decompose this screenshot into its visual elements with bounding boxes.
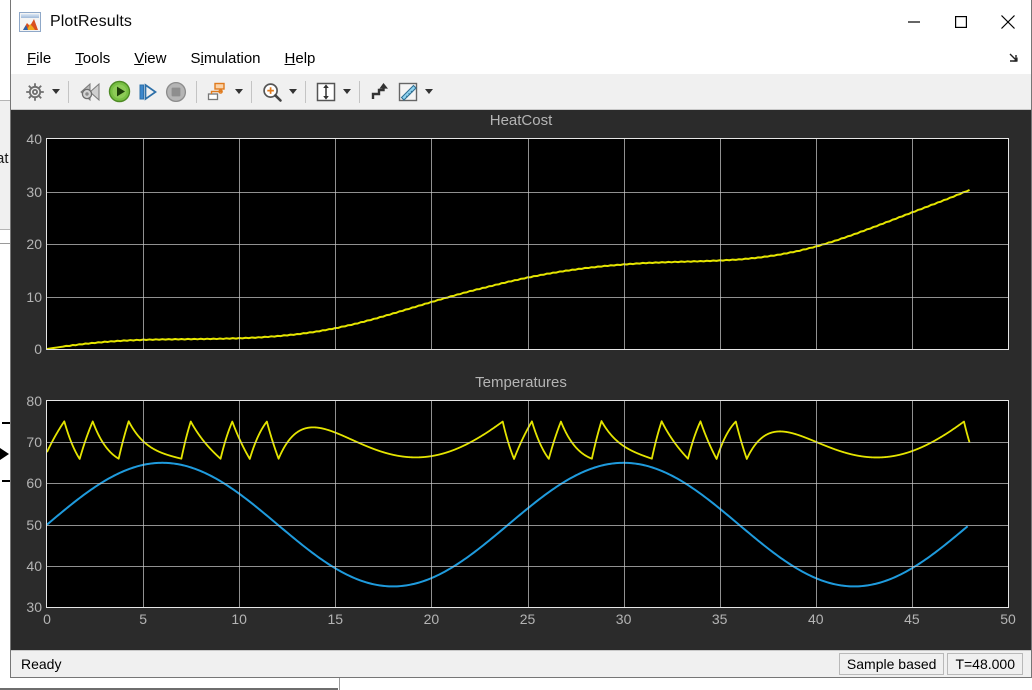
stop-button[interactable] [162,77,190,107]
toolbar-separator [68,80,69,103]
gridline-vertical [911,401,913,607]
gridline-vertical [239,401,241,607]
status-time: T=48.000 [947,653,1023,675]
x-axis-tick-label: 40 [808,611,824,627]
status-frame-mode: Sample based [838,653,945,675]
menu-item-view[interactable]: View [134,50,166,67]
y-axis-tick-label: 40 [26,131,42,147]
chart-title-heatcost: HeatCost [489,112,553,129]
menu-item-file[interactable]: File [27,50,51,67]
gridline-vertical [143,139,145,349]
cursor-measurements-button[interactable] [394,77,422,107]
autoscale-dropdown-arrow-icon[interactable] [340,77,353,107]
autoscale-button[interactable] [312,77,340,107]
menu-item-tools[interactable]: Tools [75,50,110,67]
background-label: at [0,150,9,167]
gridline-vertical [431,401,433,607]
window-title: PlotResults [50,13,133,30]
gridline-vertical [431,139,433,349]
toolbar-separator [196,80,197,103]
scale-axes-limits-button[interactable] [366,77,394,107]
rewind-sim-button[interactable] [75,77,105,107]
y-axis-tick-label: 60 [26,475,42,492]
y-axis-tick-label: 20 [26,236,42,252]
x-axis-tick-label: 15 [327,611,344,627]
plot-box-heatcost[interactable]: 0 10 20 30 40 [26,131,1009,357]
maximize-button[interactable] [937,0,984,44]
gridline-vertical [911,139,913,349]
x-axis-tick-label: 10 [231,611,247,627]
toolbar-separator [251,80,252,103]
gridline-vertical [527,401,529,607]
menu-item-help[interactable]: Help [285,50,316,67]
status-right-group: Sample based T=48.000 [838,653,1023,675]
gridline-vertical [719,401,721,607]
status-message: Ready [21,656,62,672]
background-input-port-arrow-icon [0,448,9,460]
y-axis-tick-label: 40 [26,557,42,574]
zoom-dropdown-arrow-icon[interactable] [286,77,299,107]
menu-item-simulation[interactable]: Simulation [190,50,260,67]
plot-area[interactable]: HeatCost 0 10 20 30 40 Temperatures 30 40 50 60… [11,110,1031,650]
status-bar: Ready Sample based T=48.000 [11,650,1031,677]
run-button[interactable] [105,77,134,107]
scope-window: PlotResults File Tools View Simulation H… [10,0,1032,678]
window-controls [890,0,1031,44]
gridline-vertical [815,139,817,349]
y-axis-tick-label: 30 [26,183,42,200]
configuration-dropdown-arrow-icon[interactable] [49,77,62,107]
minimize-button[interactable] [890,0,937,44]
y-axis-tick-label: 0 [34,341,42,357]
gridline-vertical [239,139,241,349]
signal-selection-button[interactable] [203,77,232,107]
y-axis-tick-label: 10 [26,288,42,305]
x-axis-tick-label: 25 [519,611,536,627]
gridline-vertical [623,139,625,349]
close-button[interactable] [984,0,1031,44]
title-bar[interactable]: PlotResults [11,0,1031,44]
chart-title-temperatures: Temperatures [475,374,567,391]
plot-box-temperatures[interactable]: 30 40 50 60 70 80 0 5 10 15 20 25 30 35 40 45 50 [26,393,1015,627]
signal-selection-dropdown-arrow-icon[interactable] [232,77,245,107]
x-axis-tick-label: 5 [139,611,147,627]
matlab-membrane-icon [19,12,41,32]
menu-bar: File Tools View Simulation Help [11,44,1031,73]
cursor-measurements-dropdown-arrow-icon[interactable] [422,77,435,107]
toolbar [11,73,1031,110]
y-axis-tick-label: 80 [26,393,42,409]
subplot-temperatures: Temperatures 30 40 50 60 70 80 0 5 10 15 20 25 30 35 4… [11,372,1031,640]
y-axis-tick-label: 50 [26,516,42,533]
subplot-heatcost: HeatCost 0 10 20 30 40 [11,110,1031,370]
step-forward-button[interactable] [134,77,162,107]
gridline-vertical [335,139,337,349]
gridline-vertical [527,139,529,349]
zoom-in-button[interactable] [258,77,286,107]
gridline-vertical [143,401,145,607]
x-axis-tick-label: 20 [423,611,440,627]
gridline-vertical [719,139,721,349]
x-axis-tick-label: 50 [1000,611,1016,627]
heatcost-line [47,190,970,349]
gridline-vertical [815,401,817,607]
overflow-arrow-icon[interactable] [1007,51,1021,65]
x-axis-tick-label: 35 [711,611,728,627]
x-axis-tick-label: 45 [904,611,920,627]
toolbar-separator [305,80,306,103]
y-axis-tick-label: 30 [26,599,42,615]
indoor-temperature-line [47,421,970,459]
gridline-vertical [335,401,337,607]
toolbar-separator [359,80,360,103]
x-axis-tick-label: 0 [43,611,51,627]
gridline-vertical [623,401,625,607]
y-axis-tick-label: 70 [26,434,42,451]
configuration-properties-button[interactable] [21,77,49,107]
x-axis-tick-label: 30 [615,611,632,627]
